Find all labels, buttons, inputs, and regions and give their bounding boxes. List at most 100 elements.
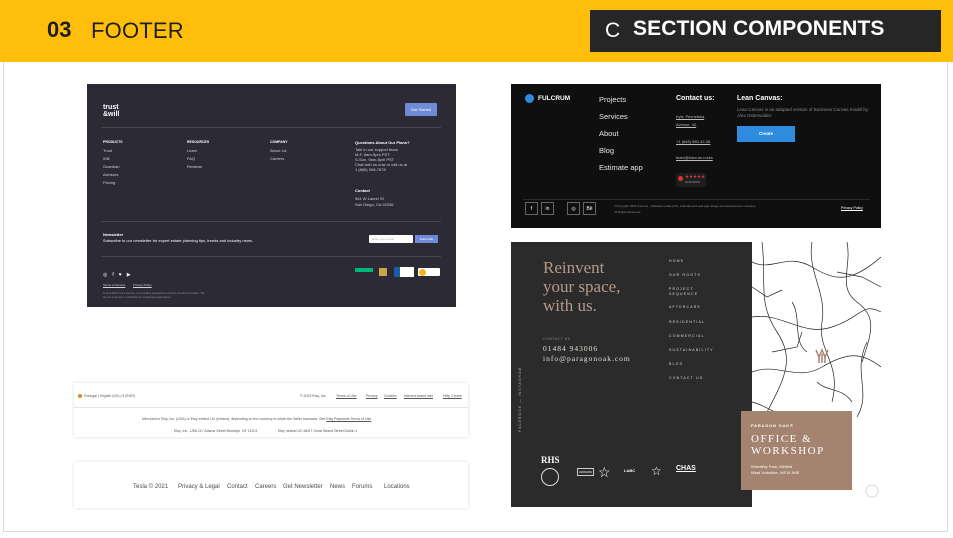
instagram-icon[interactable]: ◎ xyxy=(103,272,107,278)
phone[interactable]: 01484 943006 xyxy=(543,344,598,353)
disclaimer-line: Trust & Will is not a law firm, not prov… xyxy=(103,292,205,295)
marketplace-footer: Portugal | English (US) | € (EUR) © 2023… xyxy=(74,383,468,437)
awards-logo: AWARDS xyxy=(577,468,594,476)
chas-logo: CHAS xyxy=(676,465,696,472)
help-centre-link[interactable]: Help Centre xyxy=(443,394,462,398)
phone-link[interactable]: +1 (646) 980-42-36 xyxy=(676,139,710,144)
cookies-link[interactable]: Cookies xyxy=(384,394,397,398)
nav-home[interactable]: HOME xyxy=(669,259,684,263)
trust-will-logo[interactable]: trust &will xyxy=(103,104,119,118)
merchant-notice: Merchant is Etsy, Inc. (USA) or Etsy Ire… xyxy=(142,417,442,421)
company-item[interactable]: Careers xyxy=(270,156,284,161)
linkedin-icon[interactable]: in xyxy=(541,202,554,215)
social-icons: ◎ f ♥ ▶ xyxy=(103,272,131,278)
resources-item[interactable]: FAQ xyxy=(187,156,195,161)
award-badge xyxy=(379,268,387,276)
rhs-logo: RHS xyxy=(541,455,560,465)
nav-our-roots[interactable]: OUR ROOTS xyxy=(669,273,701,277)
resources-item[interactable]: Learn xyxy=(187,148,197,153)
address-line[interactable]: Avenue, 42 xyxy=(676,122,696,127)
divider xyxy=(101,221,441,222)
privacy-policy-link[interactable]: Privacy Policy xyxy=(841,206,863,210)
terms-link[interactable]: Terms of Use xyxy=(336,394,357,398)
newsletter-email-input[interactable]: Enter your email xyxy=(369,235,413,243)
labc-logo: LABC xyxy=(624,468,636,473)
address-usa: Etsy, Inc., USA 117 Adams Street Brookly… xyxy=(174,429,258,433)
star-icon: ☆ xyxy=(598,464,611,480)
nav-residential[interactable]: RESIDENTIAL xyxy=(669,320,705,324)
card-title-line: WORKSHOP xyxy=(751,445,825,457)
contact-label: CONTACT US xyxy=(543,337,571,341)
divider xyxy=(523,199,870,200)
newsletter-link[interactable]: Get Newsletter xyxy=(283,484,323,490)
behance-icon[interactable]: Bē xyxy=(583,202,596,215)
fulcrum-footer: FULCRUM Projects Services About Blog Est… xyxy=(511,84,881,228)
create-button[interactable]: Create xyxy=(737,126,795,142)
email-link[interactable]: team@fulcrum.rocks xyxy=(676,155,713,160)
privacy-link[interactable]: Privacy Policy xyxy=(133,283,152,287)
headline-line: with us. xyxy=(543,296,597,315)
card-brand: PARAGON OAK® xyxy=(751,423,794,428)
locale-selector[interactable]: Portugal | English (US) | € (EUR) xyxy=(84,394,135,398)
lean-canvas-heading: Lean Canvas: xyxy=(737,95,783,102)
section-number: 03 xyxy=(47,17,72,42)
locations-link[interactable]: Locations xyxy=(384,484,410,490)
nav-sustainability[interactable]: SUSTAINABILITY xyxy=(669,348,714,352)
fulcrum-nav-item[interactable]: About xyxy=(599,129,619,138)
products-item[interactable]: Trust xyxy=(103,148,112,153)
divider xyxy=(101,127,441,128)
copyright: © 2023 Etsy, Inc. xyxy=(300,394,327,398)
questions-heading: Questions About Our Plans? xyxy=(355,140,410,145)
nav-sequence[interactable]: SEQUENCE xyxy=(669,292,698,296)
resources-item[interactable]: Reviews xyxy=(187,164,202,169)
fulcrum-logo-icon xyxy=(525,94,534,103)
products-item[interactable]: Will xyxy=(103,156,109,161)
interest-ads-link[interactable]: Interest-based ads xyxy=(404,394,433,398)
instagram-icon[interactable]: ◎ xyxy=(567,202,580,215)
rating-badge[interactable]: ★★★★★ 18 REVIEWS xyxy=(676,173,706,187)
nav-project[interactable]: PROJECT xyxy=(669,287,694,291)
nav-commercial[interactable]: COMMERCIAL xyxy=(669,334,705,338)
fulcrum-nav-item[interactable]: Estimate app xyxy=(599,163,643,172)
terms-link[interactable]: Terms of Service xyxy=(103,283,125,287)
contact-link[interactable]: Contact xyxy=(227,484,248,490)
contact-heading: Contact xyxy=(355,188,370,193)
trust-will-footer: trust &will Get Started PRODUCTS Trust W… xyxy=(87,84,456,307)
newsletter-heading: Newsletter xyxy=(103,232,124,237)
section-tag-text: SECTION COMPONENTS xyxy=(633,17,885,40)
fulcrum-nav-item[interactable]: Blog xyxy=(599,146,614,155)
get-started-button[interactable]: Get Started xyxy=(405,103,437,116)
email[interactable]: info@paragonoak.com xyxy=(543,354,631,363)
facebook-icon[interactable]: f xyxy=(525,202,538,215)
news-link[interactable]: News xyxy=(330,484,345,490)
privacy-legal-link[interactable]: Privacy & Legal xyxy=(178,484,220,490)
fulcrum-nav-item[interactable]: Services xyxy=(599,112,628,121)
logo-line1: trust xyxy=(103,104,119,111)
twitter-icon[interactable]: ♥ xyxy=(119,272,122,278)
company-item[interactable]: About Us xyxy=(270,148,286,153)
facebook-icon[interactable]: f xyxy=(112,272,113,278)
card-address-line: West Yorkshire, WF14 8HE xyxy=(751,470,800,475)
subscribe-button[interactable]: Subscribe xyxy=(415,235,438,243)
privacy-link[interactable]: Privacy xyxy=(366,394,377,398)
youtube-icon[interactable]: ▶ xyxy=(127,272,131,278)
address-line[interactable]: Kyiv, Pevnetska xyxy=(676,114,704,119)
careers-link[interactable]: Careers xyxy=(255,484,276,490)
fulcrum-brand[interactable]: FULCRUM xyxy=(538,95,570,102)
questions-line[interactable]: 1 (866) 908-7878 xyxy=(355,167,386,172)
nav-blog[interactable]: BLOG xyxy=(669,362,684,366)
office-workshop-card: PARAGON OAK® OFFICE & WORKSHOP Wheatley … xyxy=(741,411,852,490)
nav-aftercare[interactable]: AFTERCARE xyxy=(669,305,701,309)
star-icon: ☆ xyxy=(651,464,662,478)
headline-line: Reinvent xyxy=(543,258,605,277)
products-item[interactable]: Guardian xyxy=(103,164,119,169)
trustpilot-badge xyxy=(355,268,375,276)
nav-contact-us[interactable]: CONTACT US xyxy=(669,376,703,380)
products-item[interactable]: Pricing xyxy=(103,180,115,185)
fulcrum-nav-item[interactable]: Projects xyxy=(599,95,626,104)
products-item[interactable]: Advisors xyxy=(103,172,118,177)
payments-terms-link[interactable]: Etsy Payments Terms of Use xyxy=(326,417,371,421)
vertical-social-links[interactable]: FACEBOOK — INSTAGRAM xyxy=(518,352,522,432)
forums-link[interactable]: Forums xyxy=(352,484,372,490)
logo-line2: &will xyxy=(103,111,120,118)
